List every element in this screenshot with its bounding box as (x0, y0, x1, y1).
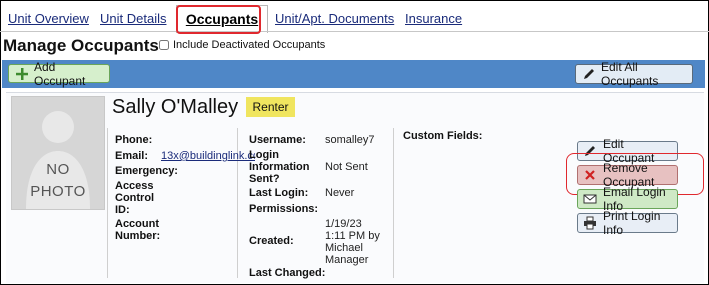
occupant-name: Sally O'Malley (112, 96, 239, 118)
username-value: somalley7 (325, 134, 375, 146)
highlight-occupants-tab (176, 5, 261, 34)
include-deactivated-checkbox[interactable] (159, 40, 169, 50)
email-label: Email: (115, 150, 149, 162)
edit-all-occupants-button[interactable]: Edit All Occupants (575, 60, 693, 88)
add-occupant-label: Add Occupant (34, 59, 86, 88)
include-deactivated-label: Include Deactivated Occupants (173, 39, 326, 51)
account-number-label: Account Number: (115, 218, 161, 242)
access-control-label: Access Control ID: (115, 180, 155, 216)
printer-icon (583, 216, 597, 230)
print-login-info-button[interactable]: Print Login Info (577, 209, 678, 237)
plus-icon (15, 67, 29, 81)
username-label: Username: (249, 134, 306, 146)
add-occupant-button[interactable]: Add Occupant (8, 60, 110, 88)
tab-divider (0, 31, 709, 32)
occupant-role-badge: Renter (246, 97, 295, 117)
last-changed-label: Last Changed: (249, 267, 326, 279)
tab-unit-overview[interactable]: Unit Overview (8, 11, 89, 26)
pencil-icon (582, 67, 596, 81)
edit-all-occupants-label: Edit All Occupants (601, 60, 659, 88)
login-info-sent-value: Not Sent (325, 161, 368, 173)
phone-label: Phone: (115, 134, 153, 146)
occupant-photo: NO PHOTO (11, 96, 105, 210)
permissions-label: Permissions: (249, 203, 319, 215)
email-login-info-button[interactable]: Email Login Info (577, 185, 678, 213)
divider (393, 128, 394, 278)
emergency-label: Emergency: (115, 165, 178, 177)
divider (107, 128, 108, 278)
envelope-icon (583, 192, 597, 206)
created-value: 1/19/23 1:11 PM by Michael Manager (325, 218, 380, 266)
created-label: Created: (249, 235, 294, 247)
login-info-sent-label: Login Information Sent? (249, 149, 310, 185)
last-login-value: Never (325, 187, 355, 199)
page-title: Manage Occupants (3, 36, 159, 55)
last-login-label: Last Login: (249, 187, 309, 199)
tab-unit-documents[interactable]: Unit/Apt. Documents (275, 11, 394, 26)
print-login-info-label: Print Login Info (603, 209, 661, 237)
no-photo-text: NO PHOTO (30, 161, 86, 200)
include-deactivated-toggle[interactable]: Include Deactivated Occupants (159, 39, 325, 51)
tab-unit-details[interactable]: Unit Details (100, 11, 166, 26)
tab-insurance[interactable]: Insurance (405, 11, 462, 26)
tab-bar: Unit Overview Unit Details Occupants Uni… (0, 0, 709, 34)
custom-fields-label: Custom Fields: (403, 130, 483, 142)
email-link[interactable]: 13x@buildinglink.com (161, 150, 255, 162)
